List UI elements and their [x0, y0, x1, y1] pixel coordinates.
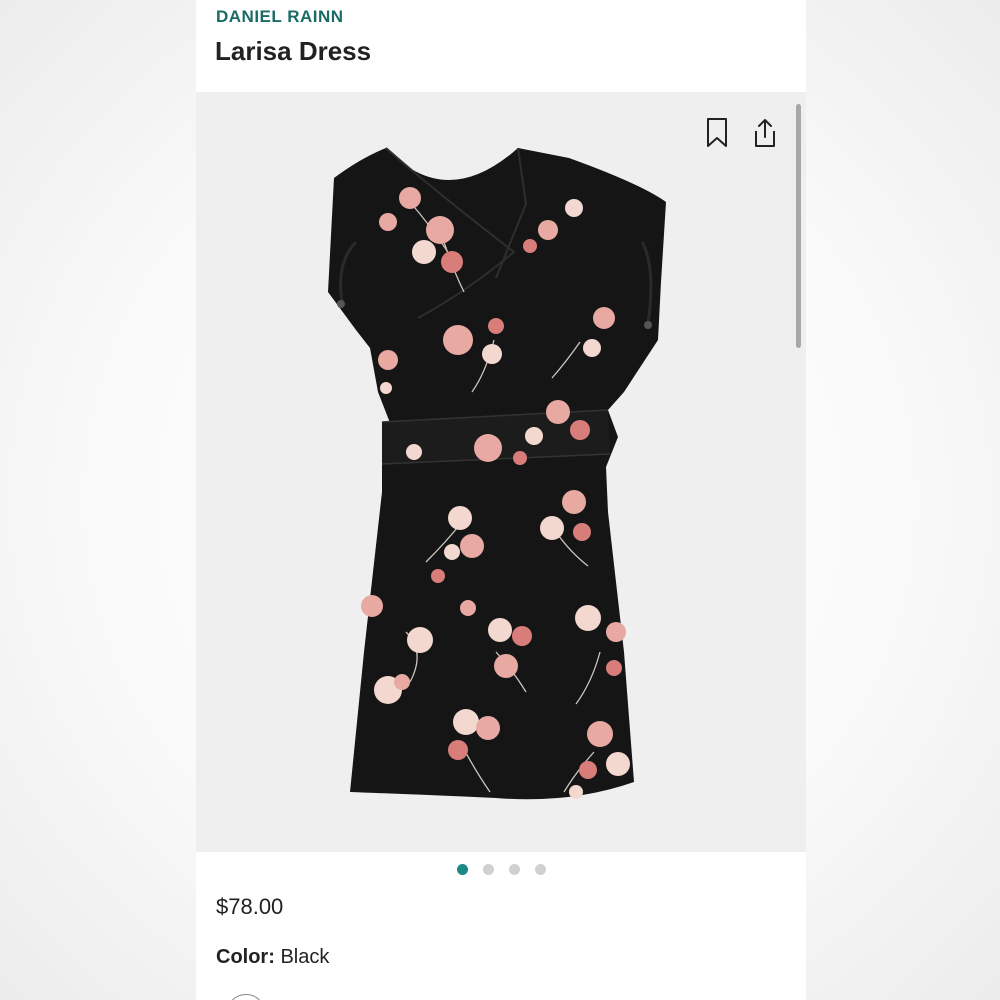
color-row: Color: Black	[216, 946, 329, 969]
share-icon[interactable]	[751, 116, 779, 150]
product-image-gallery[interactable]	[196, 92, 806, 852]
product-screen: DANIEL RAINN Larisa Dress $78.00 Color: …	[196, 0, 806, 1000]
carousel-dot-3[interactable]	[508, 864, 520, 875]
product-image	[328, 147, 666, 800]
carousel-dots	[196, 864, 806, 880]
product-price: $78.00	[216, 894, 284, 919]
scrollbar[interactable]	[796, 104, 801, 348]
carousel-dot-1[interactable]	[456, 864, 468, 875]
carousel-dot-4[interactable]	[534, 864, 546, 875]
color-swatch[interactable]	[226, 994, 266, 1000]
carousel-dot-2[interactable]	[482, 864, 494, 875]
brand-name[interactable]: DANIEL RAINN	[216, 7, 344, 27]
product-title: Larisa Dress	[215, 36, 372, 66]
bookmark-icon[interactable]	[703, 116, 731, 150]
color-label: Color:	[216, 946, 275, 968]
color-value: Black	[280, 946, 330, 968]
